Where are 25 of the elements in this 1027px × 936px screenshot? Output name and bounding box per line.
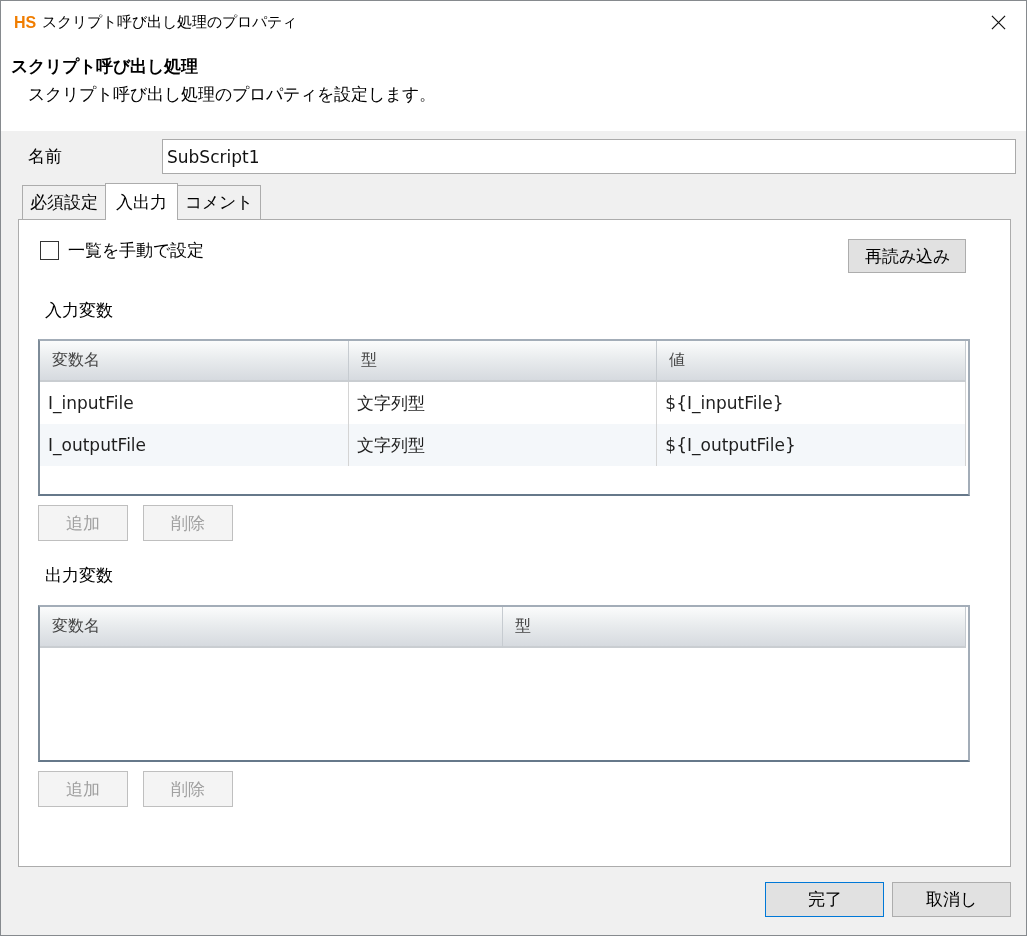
checkbox[interactable] <box>40 240 59 260</box>
column-header[interactable]: 型 <box>348 341 658 382</box>
section-label: 出力変数 <box>45 564 113 587</box>
table-cell: ${I_outputFile} <box>657 424 966 466</box>
description-text: スクリプト呼び出し処理のプロパティを設定します。 <box>28 83 436 106</box>
column-header[interactable]: 変数名 <box>40 607 503 648</box>
column-header[interactable]: 変数名 <box>40 341 349 382</box>
reload-button[interactable]: 再読み込み <box>848 239 966 273</box>
app-logo: HS <box>14 13 37 32</box>
section-label: 入力変数 <box>45 299 113 322</box>
column-header[interactable]: 値 <box>657 341 966 382</box>
cancel-button[interactable]: 取消し <box>892 882 1011 917</box>
name-field[interactable]: SubScript1 <box>162 139 1016 174</box>
window-title: スクリプト呼び出し処理のプロパティ <box>42 13 298 32</box>
checkbox-label[interactable]: 一覧を手動で設定 <box>68 240 204 260</box>
close-icon[interactable] <box>991 15 1006 30</box>
dialog-heading: スクリプト呼び出し処理 <box>11 55 198 78</box>
table-cell: 文字列型 <box>348 424 658 466</box>
tab[interactable]: 必須設定 <box>22 185 106 219</box>
table-cell: I_outputFile <box>40 424 349 466</box>
finish-button[interactable]: 完了 <box>765 882 884 917</box>
column-header[interactable]: 型 <box>503 607 966 648</box>
tab[interactable]: 入出力 <box>105 183 178 220</box>
field-label: 名前 <box>28 145 63 168</box>
tab[interactable]: コメント <box>177 185 261 219</box>
